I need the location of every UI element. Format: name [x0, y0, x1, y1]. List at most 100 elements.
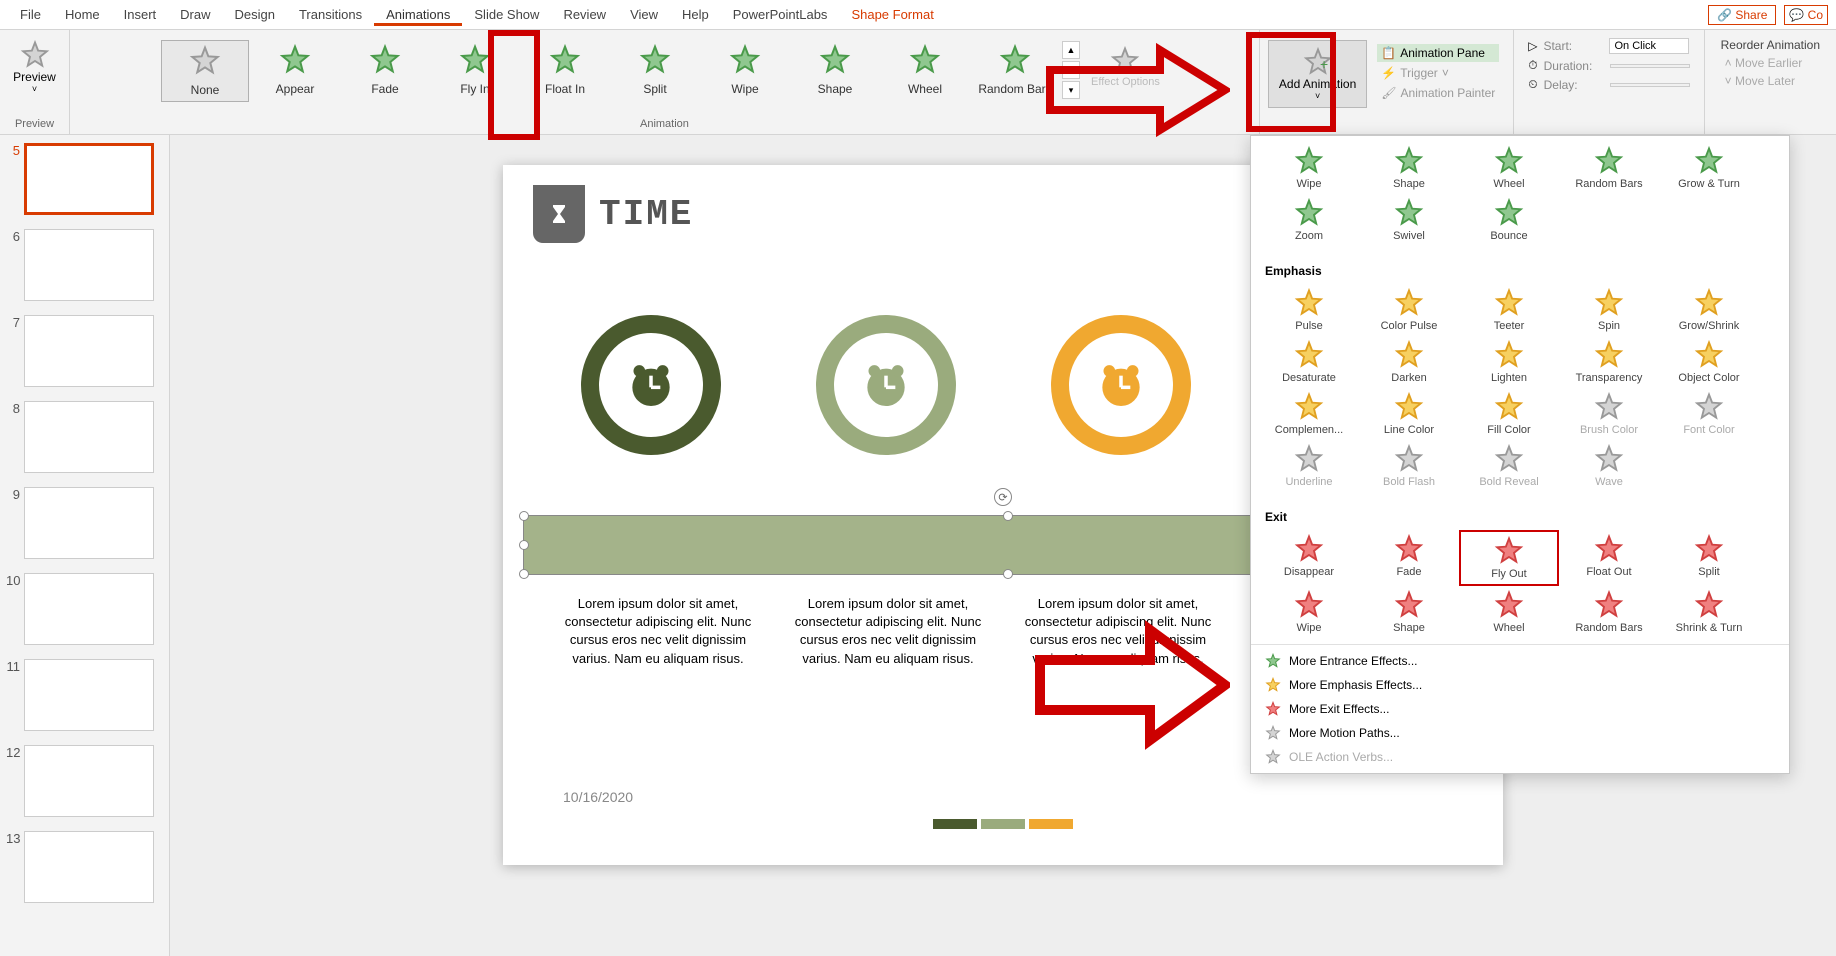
reorder-label: Reorder Animation [1721, 38, 1820, 52]
dd-emphasis-grow-shrink[interactable]: Grow/Shrink [1659, 284, 1759, 336]
dd-emphasis-object-color[interactable]: Object Color [1659, 336, 1759, 388]
share-button[interactable]: 🔗 Share [1708, 5, 1776, 25]
thumb-10[interactable] [24, 573, 154, 645]
preview-button[interactable]: Preview ˅ [3, 34, 66, 100]
dd-emphasis-color-pulse[interactable]: Color Pulse [1359, 284, 1459, 336]
menu-draw[interactable]: Draw [168, 3, 222, 26]
comments-button[interactable]: 💬 Co [1784, 5, 1828, 25]
dd-entrance-shape[interactable]: Shape [1359, 142, 1459, 194]
anim-wheel[interactable]: Wheel [881, 40, 969, 100]
dd-entrance-wheel[interactable]: Wheel [1459, 142, 1559, 194]
dd-entrance-swivel[interactable]: Swivel [1359, 194, 1459, 246]
dd-exit-wipe[interactable]: Wipe [1259, 586, 1359, 638]
menu-home[interactable]: Home [53, 3, 112, 26]
menu-review[interactable]: Review [551, 3, 618, 26]
anim-wipe[interactable]: Wipe [701, 40, 789, 100]
preview-group-label: Preview [15, 114, 54, 130]
dd-link-more-motion-paths---[interactable]: More Motion Paths... [1251, 721, 1789, 745]
animation-group-label: Animation [640, 114, 689, 130]
menu-transitions[interactable]: Transitions [287, 3, 374, 26]
menu-insert[interactable]: Insert [112, 3, 169, 26]
dd-exit-shrink---turn[interactable]: Shrink & Turn [1659, 586, 1759, 638]
delay-input[interactable] [1610, 83, 1690, 87]
dd-emphasis-bold-flash: Bold Flash [1359, 440, 1459, 492]
menu-file[interactable]: File [8, 3, 53, 26]
dd-exit-float-out[interactable]: Float Out [1559, 530, 1659, 586]
exit-header: Exit [1251, 504, 1789, 530]
anim-none[interactable]: None [161, 40, 249, 102]
slide-date: 10/16/2020 [563, 789, 633, 805]
menu-view[interactable]: View [618, 3, 670, 26]
annotation-box-animations [488, 30, 540, 140]
anim-shape[interactable]: Shape [791, 40, 879, 100]
thumb-11[interactable] [24, 659, 154, 731]
dd-emphasis-spin[interactable]: Spin [1559, 284, 1659, 336]
menu-help[interactable]: Help [670, 3, 721, 26]
dd-link-more-entrance-effects---[interactable]: More Entrance Effects... [1251, 649, 1789, 673]
dd-emphasis-fill-color[interactable]: Fill Color [1459, 388, 1559, 440]
menu-design[interactable]: Design [223, 3, 287, 26]
dd-emphasis-desaturate[interactable]: Desaturate [1259, 336, 1359, 388]
menu-shape-format[interactable]: Shape Format [839, 3, 945, 26]
menu-bar: FileHomeInsertDrawDesignTransitionsAnima… [0, 0, 1836, 30]
dd-exit-split[interactable]: Split [1659, 530, 1759, 586]
animation-painter-button[interactable]: 🖌 Animation Painter [1377, 84, 1499, 102]
dd-link-more-exit-effects---[interactable]: More Exit Effects... [1251, 697, 1789, 721]
dd-emphasis-brush-color: Brush Color [1559, 388, 1659, 440]
dd-entrance-zoom[interactable]: Zoom [1259, 194, 1359, 246]
slide-title: TIME [599, 194, 693, 235]
text-column-2: Lorem ipsum dolor sit amet, consectetur … [783, 595, 993, 668]
start-dropdown[interactable]: On Click [1609, 38, 1689, 54]
dd-entrance-grow---turn[interactable]: Grow & Turn [1659, 142, 1759, 194]
trigger-button[interactable]: ⚡ Trigger ˅ [1377, 64, 1499, 82]
rotate-handle[interactable]: ⟳ [994, 488, 1012, 506]
thumb-7[interactable] [24, 315, 154, 387]
animation-pane-button[interactable]: 📋 Animation Pane [1377, 44, 1499, 62]
annotation-box-add-animation [1246, 32, 1336, 132]
dd-entrance-wipe[interactable]: Wipe [1259, 142, 1359, 194]
anim-fade[interactable]: Fade [341, 40, 429, 100]
dd-exit-disappear[interactable]: Disappear [1259, 530, 1359, 586]
dd-exit-wheel[interactable]: Wheel [1459, 586, 1559, 638]
dd-exit-fade[interactable]: Fade [1359, 530, 1459, 586]
dd-emphasis-darken[interactable]: Darken [1359, 336, 1459, 388]
text-column-1: Lorem ipsum dolor sit amet, consectetur … [553, 595, 763, 668]
thumb-6[interactable] [24, 229, 154, 301]
dd-emphasis-font-color: Font Color [1659, 388, 1759, 440]
dd-exit-fly-out[interactable]: Fly Out [1459, 530, 1559, 586]
thumb-8[interactable] [24, 401, 154, 473]
dd-emphasis-teeter[interactable]: Teeter [1459, 284, 1559, 336]
dd-emphasis-wave: Wave [1559, 440, 1659, 492]
dd-exit-shape[interactable]: Shape [1359, 586, 1459, 638]
thumb-13[interactable] [24, 831, 154, 903]
dd-emphasis-lighten[interactable]: Lighten [1459, 336, 1559, 388]
dd-exit-random-bars[interactable]: Random Bars [1559, 586, 1659, 638]
dd-emphasis-pulse[interactable]: Pulse [1259, 284, 1359, 336]
dd-entrance-bounce[interactable]: Bounce [1459, 194, 1559, 246]
dd-entrance-random-bars[interactable]: Random Bars [1559, 142, 1659, 194]
duration-input[interactable] [1610, 64, 1690, 68]
menu-slide-show[interactable]: Slide Show [462, 3, 551, 26]
menu-powerpointlabs[interactable]: PowerPointLabs [721, 3, 840, 26]
dd-emphasis-underline: Underline [1259, 440, 1359, 492]
annotation-arrow-1 [1040, 40, 1230, 140]
add-animation-dropdown: WipeShapeWheelRandom BarsGrow & TurnZoom… [1250, 135, 1790, 774]
dd-link-ole-action-verbs---: OLE Action Verbs... [1251, 745, 1789, 769]
dd-emphasis-complemen---[interactable]: Complemen... [1259, 388, 1359, 440]
move-earlier-button[interactable]: ˄ Move Earlier [1721, 54, 1820, 72]
dd-emphasis-line-color[interactable]: Line Color [1359, 388, 1459, 440]
ribbon: Preview ˅ Preview NoneAppearFadeFly InFl… [0, 30, 1836, 135]
thumb-9[interactable] [24, 487, 154, 559]
title-badge-icon [533, 185, 585, 243]
emphasis-header: Emphasis [1251, 258, 1789, 284]
dd-emphasis-bold-reveal: Bold Reveal [1459, 440, 1559, 492]
slide-thumbnails: 5678910111213 [0, 135, 170, 956]
menu-animations[interactable]: Animations [374, 3, 462, 26]
thumb-5[interactable] [24, 143, 154, 215]
move-later-button[interactable]: ˅ Move Later [1721, 72, 1820, 90]
dd-emphasis-transparency[interactable]: Transparency [1559, 336, 1659, 388]
thumb-12[interactable] [24, 745, 154, 817]
dd-link-more-emphasis-effects---[interactable]: More Emphasis Effects... [1251, 673, 1789, 697]
anim-split[interactable]: Split [611, 40, 699, 100]
anim-appear[interactable]: Appear [251, 40, 339, 100]
